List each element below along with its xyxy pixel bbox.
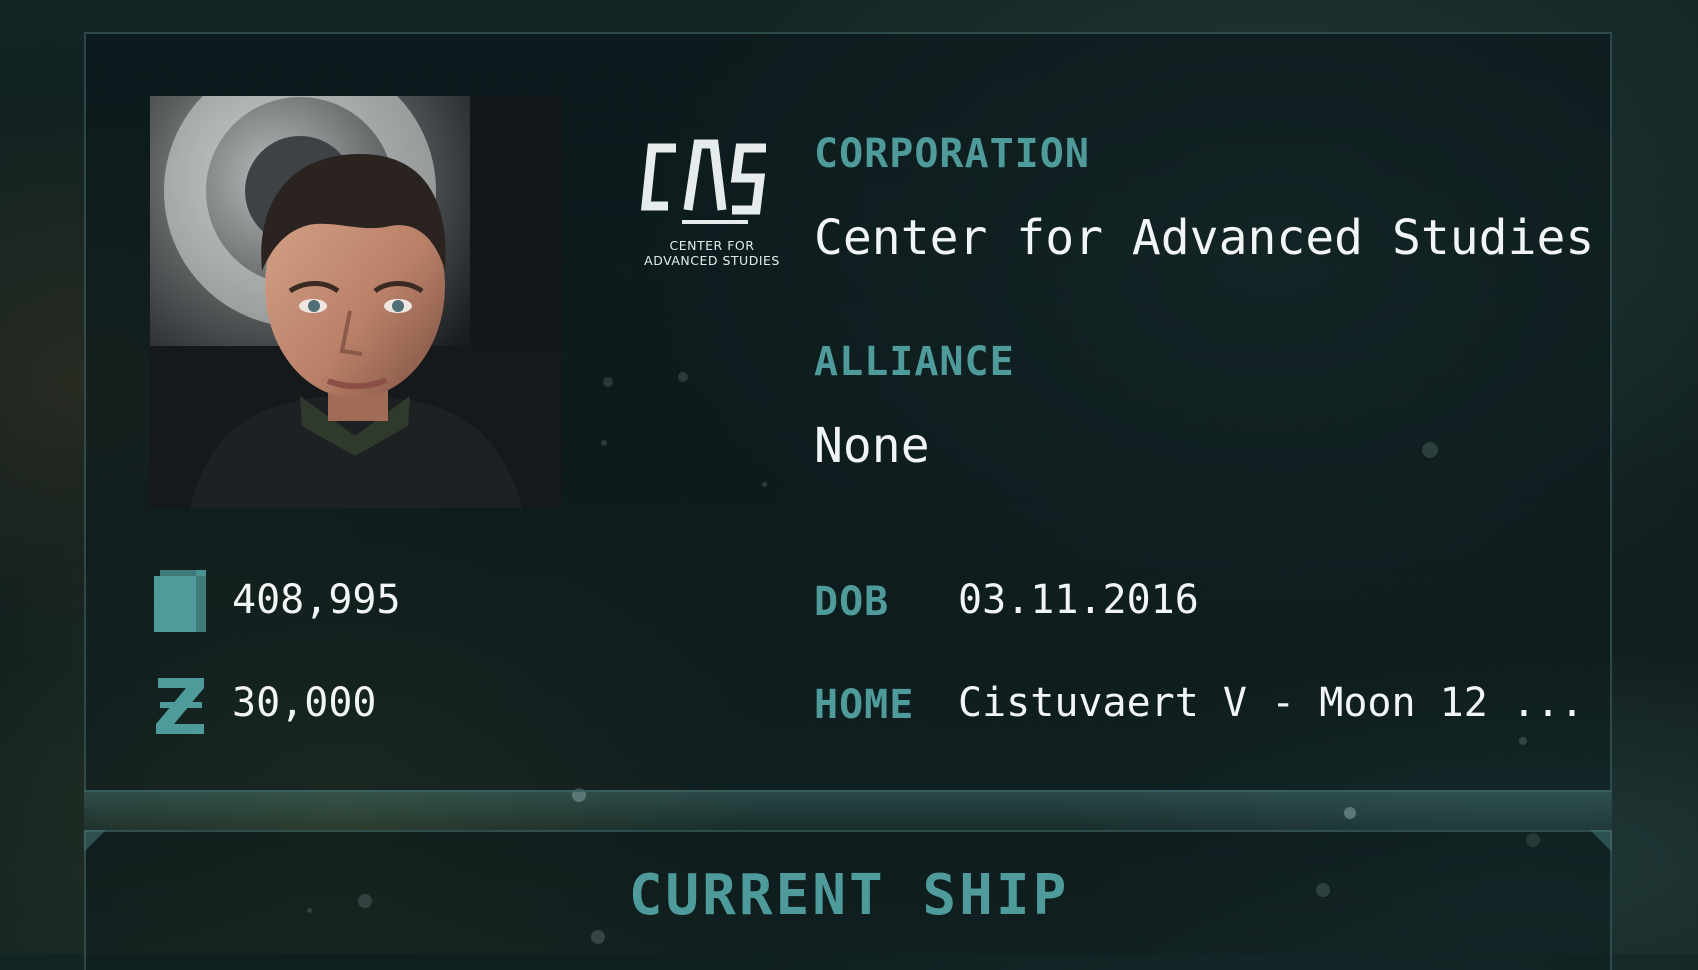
book-icon bbox=[154, 570, 206, 632]
isk-icon bbox=[156, 678, 204, 734]
alliance-label: ALLIANCE bbox=[814, 339, 1015, 385]
current-ship-title: CURRENT SHIP bbox=[628, 863, 1070, 928]
corporation-label: CORPORATION bbox=[814, 131, 1090, 177]
home-label: HOME bbox=[814, 682, 915, 728]
corporation-name[interactable]: Center for Advanced Studies bbox=[814, 214, 1594, 262]
panel-corner-left bbox=[84, 830, 106, 852]
corporation-logo-caption: CENTER FOR ADVANCED STUDIES bbox=[644, 238, 780, 268]
alliance-name: None bbox=[814, 418, 930, 474]
skill-points-value: 408,995 bbox=[232, 577, 401, 623]
character-portrait bbox=[150, 96, 562, 508]
isk-balance-value: 30,000 bbox=[232, 680, 377, 726]
dob-label: DOB bbox=[814, 579, 890, 625]
panel-corner-right bbox=[1590, 830, 1612, 852]
dob-value: 03.11.2016 bbox=[958, 577, 1199, 623]
home-location-value[interactable]: Cistuvaert V - Moon 12 ... bbox=[958, 683, 1584, 723]
corporation-logo[interactable]: CENTER FOR ADVANCED STUDIES bbox=[636, 128, 788, 278]
panel-divider-glow bbox=[84, 790, 1612, 834]
cas-logo-mark-icon bbox=[641, 139, 766, 224]
